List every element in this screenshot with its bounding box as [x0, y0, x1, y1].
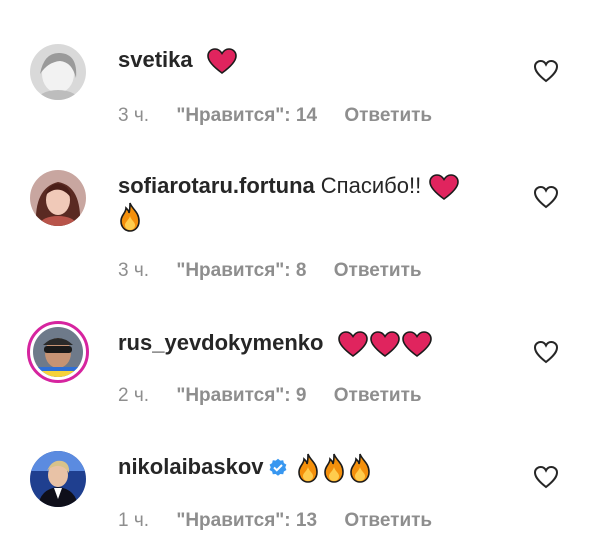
- heart-emoji-icon: [369, 330, 400, 358]
- heart-emoji-icon: [337, 330, 368, 358]
- avatar[interactable]: [30, 451, 86, 507]
- comment-time: 3 ч.: [118, 105, 150, 126]
- likes-count-link[interactable]: "Нравится": 14: [176, 105, 317, 126]
- heart-emoji-icon: [429, 173, 460, 201]
- verified-badge-icon: [268, 458, 288, 478]
- comment-meta: 1 ч. "Нравится": 13 Ответить: [118, 510, 454, 532]
- fire-emoji-icon: [348, 453, 372, 483]
- like-heart-icon[interactable]: [533, 185, 559, 209]
- previous-comment-fragment: [0, 0, 600, 10]
- reply-button[interactable]: Ответить: [334, 385, 422, 406]
- fire-emoji-icon: [296, 453, 320, 483]
- comment-time: 3 ч.: [118, 260, 150, 281]
- username-link[interactable]: svetika: [118, 47, 193, 72]
- avatar[interactable]: [30, 170, 86, 226]
- reply-button[interactable]: Ответить: [344, 510, 432, 531]
- fire-emoji-icon: [322, 453, 346, 483]
- comment-meta: 2 ч. "Нравится": 9 Ответить: [118, 385, 444, 407]
- avatar-image: [30, 44, 86, 100]
- avatar-image: [30, 170, 86, 226]
- avatar-image: [30, 451, 86, 507]
- like-heart-icon[interactable]: [533, 59, 559, 83]
- heart-emoji-icon: [401, 330, 432, 358]
- comment-time: 1 ч.: [118, 510, 150, 531]
- comment-meta: 3 ч. "Нравится": 14 Ответить: [118, 105, 454, 127]
- like-heart-icon[interactable]: [533, 340, 559, 364]
- avatar-image: [33, 327, 83, 377]
- comment-time: 2 ч.: [118, 385, 150, 406]
- comment-text-row: rus_yevdokymenko: [118, 328, 505, 358]
- avatar-with-story-ring[interactable]: [27, 321, 89, 383]
- like-heart-icon[interactable]: [533, 465, 559, 489]
- comment-meta: 3 ч. "Нравится": 8 Ответить: [118, 260, 444, 282]
- comment-text-row: nikolaibaskov: [118, 452, 505, 483]
- likes-count-link[interactable]: "Нравится": 9: [176, 385, 306, 406]
- username-link[interactable]: rus_yevdokymenko: [118, 330, 323, 355]
- likes-count-link[interactable]: "Нравится": 8: [176, 260, 306, 281]
- reply-button[interactable]: Ответить: [334, 260, 422, 281]
- comment-body: Спасибо!!: [320, 173, 422, 198]
- comment-text-row: svetika: [118, 45, 505, 75]
- reply-button[interactable]: Ответить: [344, 105, 432, 126]
- likes-count-link[interactable]: "Нравится": 13: [176, 510, 317, 531]
- avatar[interactable]: [30, 44, 86, 100]
- heart-emoji-icon: [206, 47, 237, 75]
- fire-emoji-icon: [118, 202, 142, 232]
- comment-text-row: sofiarotaru.fortuna Спасибо!!: [118, 171, 505, 232]
- username-link[interactable]: sofiarotaru.fortuna: [118, 173, 315, 198]
- username-link[interactable]: nikolaibaskov: [118, 454, 264, 479]
